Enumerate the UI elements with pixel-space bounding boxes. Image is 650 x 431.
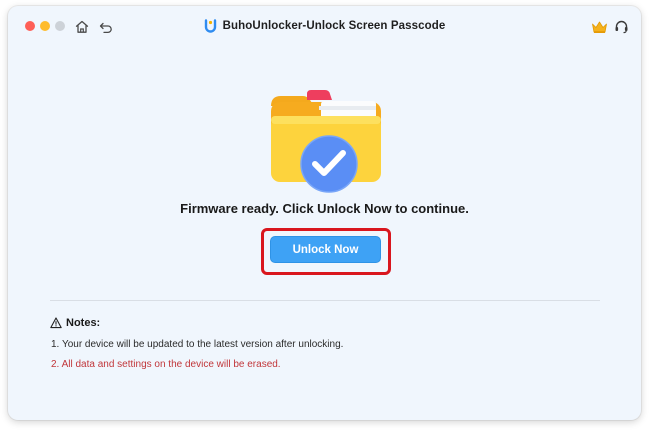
notes-title: Notes:	[66, 317, 101, 329]
firmware-ready-message: Firmware ready. Click Unlock Now to cont…	[180, 201, 469, 216]
crown-icon[interactable]	[591, 20, 608, 34]
window-title: BuhoUnlocker-Unlock Screen Passcode	[8, 19, 641, 37]
note-item: 1. Your device will be updated to the la…	[51, 339, 344, 350]
notes-heading: Notes:	[50, 317, 100, 329]
note-item-warning: 2. All data and settings on the device w…	[51, 359, 281, 370]
app-window: BuhoUnlocker-Unlock Screen Passcode Firm…	[8, 6, 641, 420]
unlock-now-button[interactable]: Unlock Now	[270, 236, 381, 263]
headset-icon[interactable]	[614, 19, 629, 34]
buho-logo-icon	[204, 19, 216, 33]
divider	[50, 300, 600, 301]
warning-icon	[50, 317, 62, 329]
title-bar: BuhoUnlocker-Unlock Screen Passcode	[8, 6, 641, 50]
window-title-text: BuhoUnlocker-Unlock Screen Passcode	[222, 20, 446, 32]
firmware-ready-illustration	[267, 88, 385, 194]
